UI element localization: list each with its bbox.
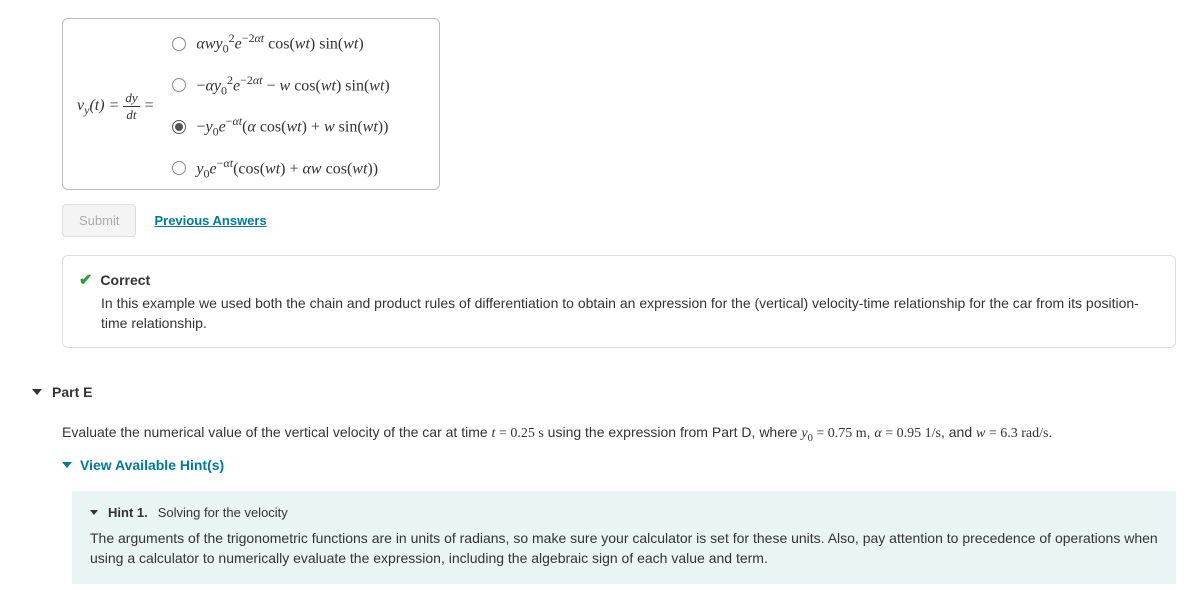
mc-option[interactable]: y0e−αt(cos(wt) + αw cos(wt)) — [172, 156, 389, 182]
feedback-header: ✔ Correct — [79, 270, 1159, 290]
hint-box: Hint 1. Solving for the velocity The arg… — [72, 491, 1176, 585]
check-icon: ✔ — [79, 270, 92, 290]
chevron-down-icon — [90, 510, 98, 515]
feedback-box: ✔ Correct In this example we used both t… — [62, 255, 1176, 348]
mc-option-label: y0e−αt(cos(wt) + αw cos(wt)) — [196, 156, 378, 182]
mc-option[interactable]: αwy02e−2αt cos(wt) sin(wt) — [172, 31, 389, 57]
hints-toggle[interactable]: View Available Hint(s) — [62, 457, 1180, 473]
hint-title: Solving for the velocity — [158, 505, 288, 520]
part-e-header[interactable]: Part E — [32, 384, 1180, 400]
previous-answers-link[interactable]: Previous Answers — [154, 213, 266, 228]
part-e-instruction: Evaluate the numerical value of the vert… — [62, 422, 1180, 447]
chevron-down-icon — [62, 462, 72, 468]
chevron-down-icon[interactable] — [32, 389, 42, 395]
feedback-body: In this example we used both the chain a… — [101, 294, 1159, 333]
radio-icon[interactable] — [172, 37, 186, 51]
mc-option[interactable]: −y0e−αt(α cos(wt) + w sin(wt)) — [172, 114, 389, 140]
mc-option[interactable]: −αy02e−2αt − w cos(wt) sin(wt) — [172, 73, 389, 99]
hints-toggle-label: View Available Hint(s) — [80, 457, 224, 473]
radio-icon[interactable] — [172, 78, 186, 92]
hint-header[interactable]: Hint 1. Solving for the velocity — [90, 505, 1158, 520]
mc-option-label: −αy02e−2αt − w cos(wt) sin(wt) — [196, 73, 389, 99]
feedback-title: Correct — [100, 272, 150, 288]
mc-options: αwy02e−2αt cos(wt) sin(wt) −αy02e−2αt − w… — [172, 31, 389, 181]
mc-box: vy(t) = dydt = αwy02e−2αt cos(wt) sin(wt… — [62, 18, 440, 190]
radio-icon[interactable] — [172, 161, 186, 175]
part-e-label: Part E — [52, 384, 92, 400]
mc-option-label: αwy02e−2αt cos(wt) sin(wt) — [196, 31, 363, 57]
radio-icon[interactable] — [172, 120, 186, 134]
mc-prompt: vy(t) = dydt = — [77, 90, 154, 123]
submit-row: Submit Previous Answers — [62, 204, 1180, 237]
hint-number: Hint 1. — [108, 505, 148, 520]
hint-body: The arguments of the trigonometric funct… — [90, 528, 1158, 569]
mc-option-label: −y0e−αt(α cos(wt) + w sin(wt)) — [196, 114, 388, 140]
submit-button[interactable]: Submit — [62, 204, 136, 237]
